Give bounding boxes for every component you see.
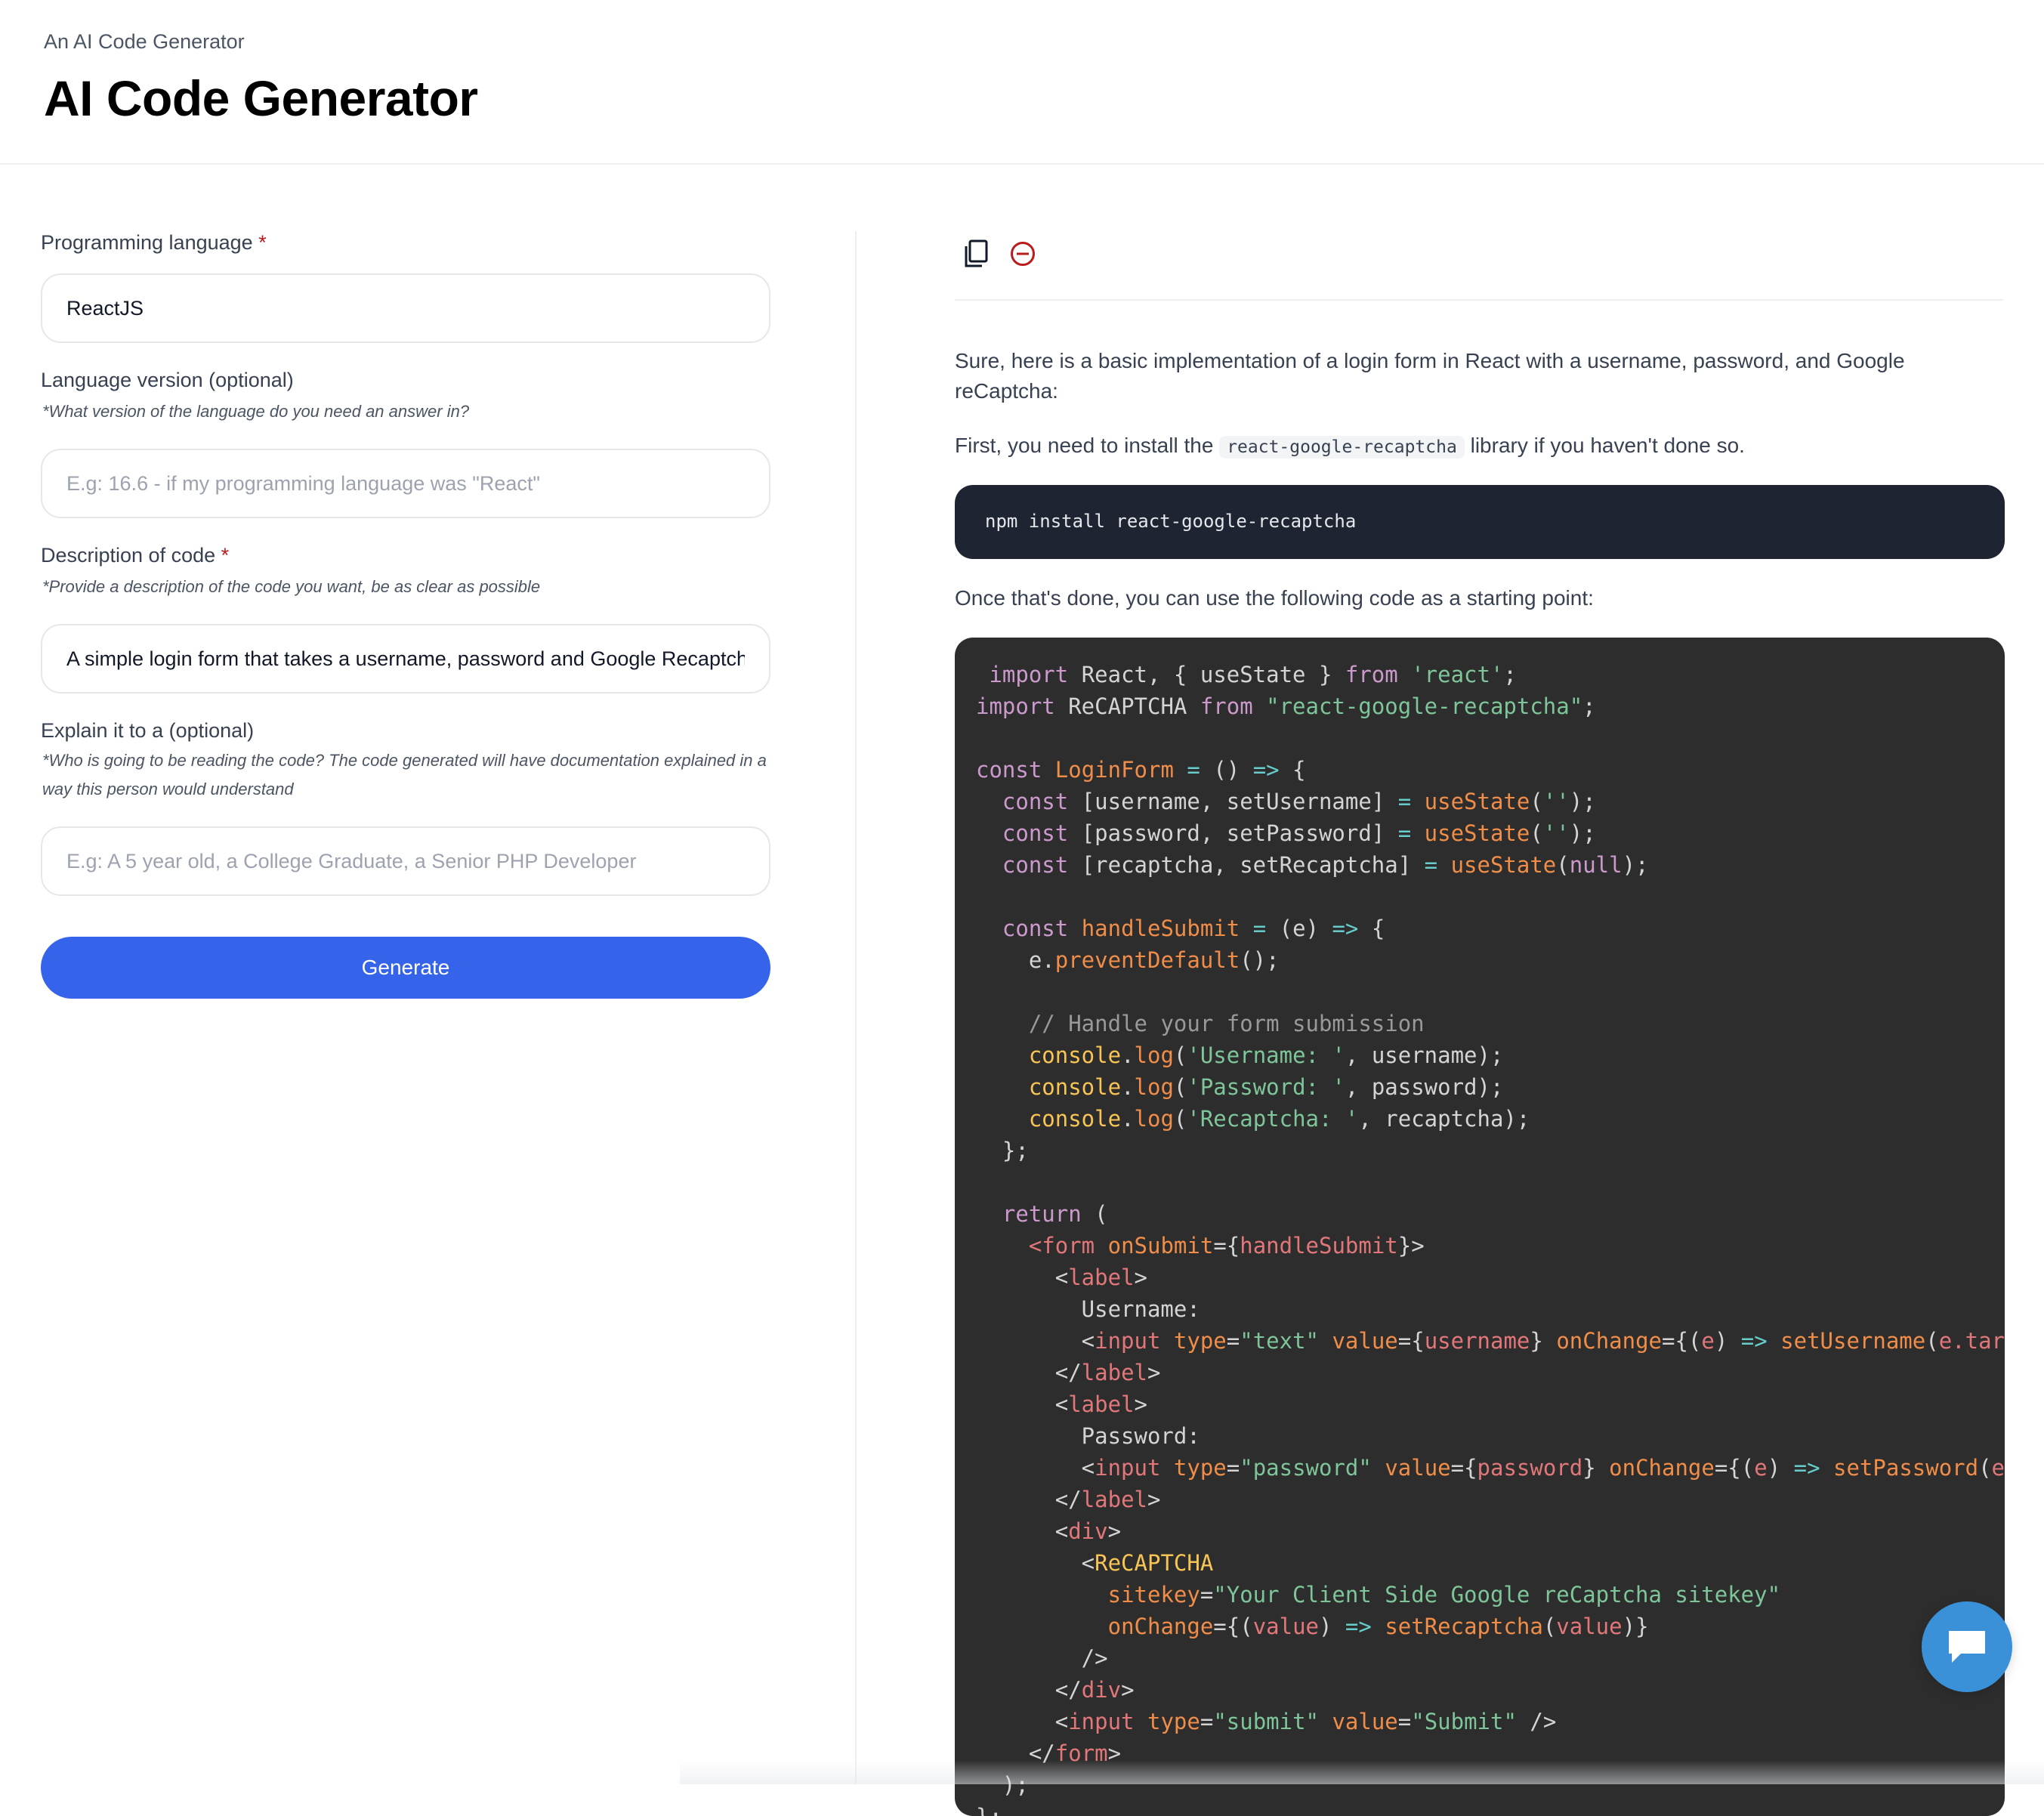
audience-hint: *Who is going to be reading the code? Th… bbox=[42, 751, 767, 798]
npm-command: npm install react-google-recaptcha bbox=[985, 511, 1357, 532]
description-label: Description of code * bbox=[41, 544, 230, 567]
chat-bubble-icon bbox=[1949, 1631, 1985, 1663]
generated-code: import React, { useState } from 'react';… bbox=[976, 662, 2005, 1816]
page-title: AI Code Generator bbox=[44, 70, 478, 126]
minus-circle-icon bbox=[1011, 242, 1035, 266]
toolbar-divider bbox=[955, 299, 2003, 301]
audience-input[interactable] bbox=[41, 826, 770, 896]
chat-widget-button[interactable] bbox=[1922, 1601, 2012, 1692]
language-input[interactable] bbox=[41, 273, 770, 343]
after-install-text: Once that's done, you can use the follow… bbox=[955, 586, 1594, 610]
install-instruction: First, you need to install the react-goo… bbox=[955, 434, 1745, 459]
audience-label: Explain it to a (optional) bbox=[41, 719, 255, 742]
version-hint: *What version of the language do you nee… bbox=[42, 402, 470, 421]
description-input[interactable] bbox=[41, 624, 770, 693]
npm-command-block: npm install react-google-recaptcha bbox=[955, 485, 2005, 559]
description-hint: *Provide a description of the code you w… bbox=[42, 577, 541, 596]
language-label: Programming language * bbox=[41, 231, 267, 254]
required-mark: * bbox=[258, 231, 267, 254]
inline-code: react-google-recaptcha bbox=[1219, 436, 1465, 459]
required-mark: * bbox=[221, 544, 230, 567]
page-eyebrow: An AI Code Generator bbox=[44, 30, 245, 53]
generate-button[interactable]: Generate bbox=[41, 937, 770, 999]
answer-intro: Sure, here is a basic implementation of … bbox=[955, 349, 1905, 403]
panel-divider bbox=[855, 231, 857, 1784]
page-header: An AI Code Generator AI Code Generator bbox=[0, 0, 2044, 165]
version-label: Language version (optional) bbox=[41, 369, 294, 391]
code-output: import React, { useState } from 'react';… bbox=[955, 638, 2005, 1816]
copy-button[interactable] bbox=[959, 237, 993, 270]
version-input[interactable] bbox=[41, 449, 770, 518]
copy-icon bbox=[965, 239, 988, 267]
clear-button[interactable] bbox=[1006, 237, 1039, 270]
